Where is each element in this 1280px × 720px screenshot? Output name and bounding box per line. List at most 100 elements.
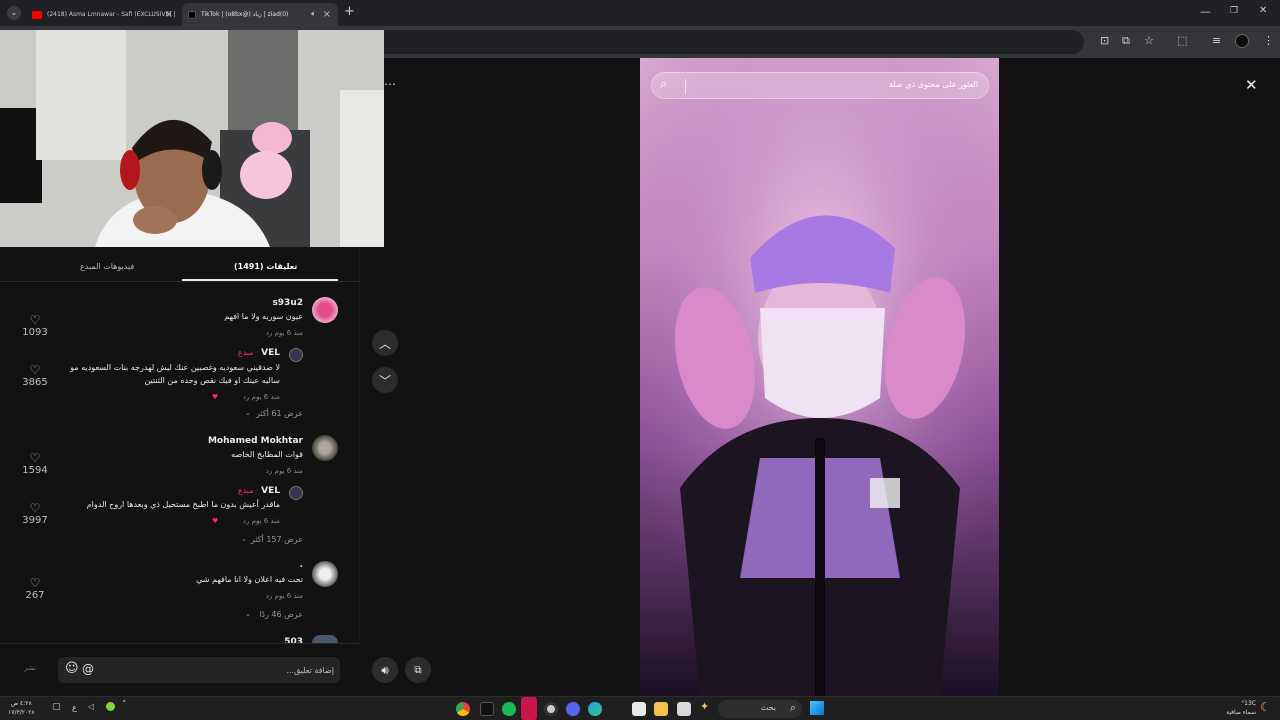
maximize-button[interactable]: ❐ [1230,6,1238,16]
install-app-icon[interactable]: ⧉ [1122,34,1130,48]
reply-meta[interactable]: منذ 6 يوم رد [243,517,280,525]
view-more-replies[interactable]: عرض 46 ردًا [259,610,303,619]
comment-username[interactable]: s93u2 [272,298,303,308]
chevron-down-icon: ﹀ [378,373,391,388]
avatar[interactable] [312,297,338,323]
taskbar-app-store[interactable] [632,702,646,716]
comment-meta[interactable]: منذ 6 يوم رد [266,329,303,337]
next-video-button[interactable]: ﹀ [372,367,398,393]
tab-search-icon[interactable]: ⌄ [7,6,21,20]
close-icon[interactable]: × [165,9,173,20]
address-bar[interactable] [384,30,1084,54]
taskbar-app-explorer[interactable] [654,702,668,716]
menu-icon[interactable]: ⋮ [1263,34,1274,47]
comment-meta[interactable]: منذ 6 يوم رد [266,467,303,475]
start-button[interactable] [810,701,824,715]
bookmark-star-icon[interactable]: ☆ [1144,34,1154,47]
clock-time: ٤:٢٨ ص [10,700,32,707]
volume-button[interactable]: 🔊︎ [372,657,398,683]
taskbar-app-capcut[interactable] [480,702,494,716]
avatar[interactable] [289,486,303,500]
video-player[interactable] [640,58,999,696]
comment-text: قوات المطابخ الخاصه [231,450,303,459]
translate-icon[interactable]: ⊡ [1100,34,1109,47]
weather-desc: سماء صافية [1226,709,1256,716]
tab-creator-videos[interactable]: فيديوهات المبدع [80,262,134,271]
taskbar-app-davinci[interactable] [544,702,558,716]
creator-liked-icon: ♥ [212,393,219,401]
comment-username[interactable]: . [300,560,303,570]
taskbar-app-chrome[interactable] [456,702,470,716]
like-button[interactable]: ♡ 1594 [18,451,52,476]
comment-username[interactable]: Mohamed Mokhtar [208,436,303,446]
reply-meta[interactable]: منذ 6 يوم رد [243,393,280,401]
avatar[interactable] [312,561,338,587]
moon-icon: ☾ [1260,700,1271,714]
tab-comments[interactable]: (1491) تعليقات [234,262,297,271]
chevron-down-icon: ⌄ [245,610,251,618]
tab-tiktok-label: TikTok | (o8bx@) زياد | ziad(0) [201,11,289,18]
like-button[interactable]: ♡ 3865 [18,363,52,388]
taskbar-app-notes[interactable] [677,702,691,716]
youtube-icon [32,10,42,19]
tab-youtube[interactable]: (2418) Asma Lmnawar - Safi (EXCLUSIVE) |… [26,3,180,26]
language-indicator[interactable]: ع [72,703,77,712]
like-button[interactable]: ♡ 267 [18,576,52,601]
tab-tiktok[interactable]: TikTok | (o8bx@) زياد | ziad(0) 🔈︎ × [182,3,338,26]
comment-username[interactable]: 503 [284,635,303,643]
tiktok-icon [188,10,196,19]
related-search-bar[interactable]: ⌕ العثور على محتوى ذي صلة [651,72,989,99]
reply-username-row: VEL · مبدع [238,486,280,496]
taskbar-app-spotify[interactable] [502,702,516,716]
taskbar-app-obs[interactable] [521,697,537,720]
avatar[interactable] [312,435,338,461]
close-video-button[interactable]: ✕ [1245,76,1258,94]
view-more-replies[interactable]: عرض 157 أكثر [251,535,303,544]
weather-temp: °13C [1241,700,1256,707]
clock[interactable]: ٤:٢٨ ص ١٧/٣/٢٠٢٨ [8,699,35,717]
heart-icon: ♡ [29,576,41,590]
more-options-icon[interactable]: ⋯ [384,77,396,91]
mention-icon[interactable]: @ [82,662,94,676]
taskbar-app-edge[interactable] [588,702,602,716]
avatar[interactable] [289,348,303,362]
view-more-replies[interactable]: عرض 61 أكثر [256,409,303,418]
security-icon[interactable] [106,702,115,711]
avatar[interactable] [312,635,338,643]
tab-youtube-label: (2418) Asma Lmnawar - Safi (EXCLUSIVE) | [47,11,176,18]
extensions-icon[interactable]: ⬚ [1177,34,1187,47]
new-tab-button[interactable]: + [344,4,355,19]
chevron-up-icon: ︿ [378,336,391,351]
pip-button[interactable]: ⧉ [405,657,431,683]
emoji-icon[interactable]: ☺ [65,661,79,676]
post-button[interactable]: نشر [24,664,36,672]
reply-username[interactable]: VEL [261,348,280,358]
like-button[interactable]: ♡ 3997 [18,501,52,526]
profile-avatar[interactable] [1235,34,1249,48]
picture-in-picture-icon: ⧉ [414,664,422,676]
tray-chevron-icon[interactable]: ˄ [122,700,127,710]
comment-meta[interactable]: منذ 6 يوم رد [266,592,303,600]
comment-input[interactable] [98,660,334,680]
close-window-button[interactable]: ✕ [1259,5,1267,16]
notification-icon[interactable]: ▢ [52,702,61,712]
chevron-down-icon: ⌄ [245,409,251,417]
chevron-down-icon: ⌄ [241,535,247,543]
heart-icon: ♡ [29,501,41,515]
taskbar-app-discord[interactable] [566,702,580,716]
close-icon[interactable]: × [323,9,331,20]
weather-widget[interactable]: °13C سماء صافية [1222,699,1256,717]
webcam-overlay [0,30,384,247]
minimize-button[interactable]: — [1200,5,1211,18]
speaker-icon[interactable]: ◁ [88,702,94,711]
like-button[interactable]: ♡ 1093 [18,313,52,338]
reading-list-icon[interactable]: ≡ [1212,34,1221,47]
reply-username[interactable]: VEL [261,486,280,496]
previous-video-button[interactable]: ︿ [372,330,398,356]
copilot-icon[interactable]: ✦ [700,700,709,713]
like-count: 3997 [22,515,48,526]
heart-icon: ♡ [29,451,41,465]
speaker-icon[interactable]: 🔈︎ [311,9,316,19]
like-count: 267 [25,590,45,601]
taskbar-search[interactable]: بحث ⌕ [718,700,802,718]
